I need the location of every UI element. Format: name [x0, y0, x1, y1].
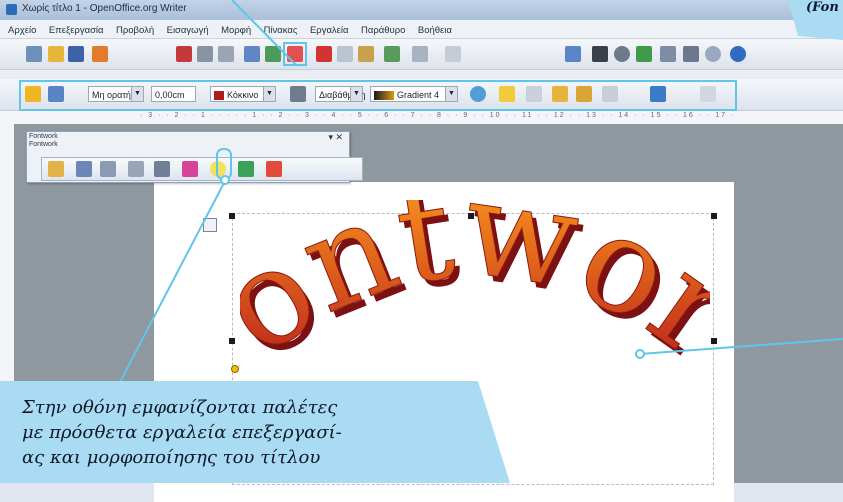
writer-window: Χωρίς τίτλο 1 - OpenOffice.org Writer Αρ… — [0, 0, 843, 502]
callout-line-2: με πρόσθετα εργαλεία επεξεργασί- — [22, 422, 342, 443]
bottom-callout-text: Στην οθόνη εμφανίζονται παλέτες με πρόσθ… — [22, 395, 492, 470]
connector-line — [119, 180, 226, 383]
connector-line — [639, 338, 843, 355]
callout-line-3: ας και μορφοποίησης του τίτλου — [22, 447, 321, 468]
connector-line — [231, 0, 298, 67]
connector-dot — [220, 175, 230, 185]
top-callout-text: (Fon — [806, 0, 839, 15]
callout-line-1: Στην οθόνη εμφανίζονται παλέτες — [22, 397, 338, 418]
connector-dot — [635, 349, 645, 359]
